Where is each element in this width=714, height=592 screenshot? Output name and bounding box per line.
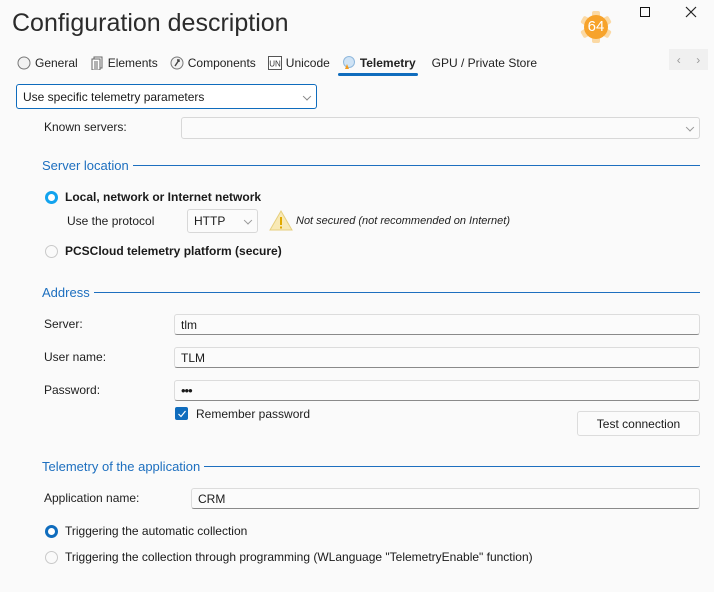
tab-label: General bbox=[35, 56, 78, 70]
general-icon bbox=[17, 56, 31, 70]
tab-prev-button[interactable]: ‹ bbox=[677, 53, 681, 67]
server-location-section: Server location bbox=[42, 158, 700, 173]
known-servers-select[interactable] bbox=[181, 117, 700, 139]
radio-automatic-collection-label[interactable]: Triggering the automatic collection bbox=[65, 524, 247, 538]
test-connection-button[interactable]: Test connection bbox=[577, 411, 700, 436]
tab-components[interactable]: Components bbox=[170, 53, 256, 73]
radio-programmed-collection[interactable] bbox=[45, 551, 58, 564]
application-name-input[interactable]: CRM bbox=[191, 488, 700, 509]
protocol-value: HTTP bbox=[194, 214, 226, 228]
tab-scroll-nav: ‹ › bbox=[669, 49, 708, 70]
warning-icon bbox=[269, 210, 293, 231]
protocol-select[interactable]: HTTP bbox=[187, 209, 258, 233]
close-icon bbox=[685, 6, 697, 18]
address-section: Address bbox=[42, 285, 700, 300]
elements-icon bbox=[90, 56, 104, 70]
badge-label: 64 bbox=[587, 18, 605, 35]
remember-password-label[interactable]: Remember password bbox=[196, 407, 310, 421]
username-value: TLM bbox=[181, 350, 205, 365]
telemetry-mode-value: Use specific telemetry parameters bbox=[23, 89, 205, 104]
section-divider bbox=[93, 292, 700, 293]
components-icon bbox=[170, 56, 184, 70]
radio-programmed-collection-label[interactable]: Triggering the collection through progra… bbox=[65, 550, 533, 564]
maximize-icon bbox=[640, 7, 650, 17]
tab-general[interactable]: General bbox=[17, 53, 78, 73]
svg-text:UN: UN bbox=[269, 60, 281, 69]
unicode-icon: UN bbox=[267, 56, 282, 70]
tab-bar: General Elements Components UN Unicode T… bbox=[17, 52, 549, 76]
warning-text: Not secured (not recommended on Internet… bbox=[296, 215, 511, 227]
close-button[interactable] bbox=[679, 0, 703, 24]
username-label: User name: bbox=[44, 350, 107, 364]
tab-label: Telemetry bbox=[359, 56, 416, 70]
tab-label: Components bbox=[187, 56, 256, 70]
telemetry-app-section: Telemetry of the application bbox=[42, 459, 700, 474]
password-value: ••• bbox=[181, 383, 193, 398]
window-title: Configuration description bbox=[12, 9, 289, 37]
chevron-down-icon bbox=[302, 91, 312, 101]
password-input[interactable]: ••• bbox=[174, 380, 700, 401]
maximize-button[interactable] bbox=[633, 0, 657, 24]
server-value: tlm bbox=[181, 317, 197, 332]
server-label: Server: bbox=[44, 317, 83, 331]
64-bit-badge: 64 bbox=[579, 10, 613, 44]
server-input[interactable]: tlm bbox=[174, 314, 700, 335]
tab-label: Unicode bbox=[285, 56, 330, 70]
telemetry-mode-select[interactable]: Use specific telemetry parameters bbox=[16, 84, 317, 109]
section-title: Telemetry of the application bbox=[42, 459, 201, 474]
tab-telemetry[interactable]: Telemetry bbox=[337, 53, 418, 76]
application-name-label: Application name: bbox=[44, 491, 140, 505]
remember-password-checkbox[interactable] bbox=[175, 407, 188, 420]
section-divider bbox=[132, 165, 700, 166]
protocol-label: Use the protocol bbox=[67, 214, 155, 228]
tab-unicode[interactable]: UN Unicode bbox=[267, 53, 330, 73]
tab-next-button[interactable]: › bbox=[696, 53, 700, 67]
telemetry-icon bbox=[342, 56, 356, 70]
chevron-down-icon bbox=[243, 216, 253, 225]
tab-label: GPU / Private Store bbox=[431, 56, 537, 70]
radio-pcscloud-label[interactable]: PCSCloud telemetry platform (secure) bbox=[65, 244, 282, 258]
radio-local-network-label[interactable]: Local, network or Internet network bbox=[65, 190, 261, 204]
checkmark-icon bbox=[177, 410, 186, 417]
radio-pcscloud[interactable] bbox=[45, 245, 58, 258]
application-name-value: CRM bbox=[198, 491, 226, 506]
password-label: Password: bbox=[44, 383, 101, 397]
radio-automatic-collection[interactable] bbox=[45, 525, 58, 538]
chevron-down-icon bbox=[685, 123, 695, 132]
section-title: Address bbox=[42, 285, 90, 300]
section-title: Server location bbox=[42, 158, 129, 173]
username-input[interactable]: TLM bbox=[174, 347, 700, 368]
tab-elements[interactable]: Elements bbox=[90, 53, 158, 73]
known-servers-label: Known servers: bbox=[44, 120, 127, 134]
section-divider bbox=[204, 466, 700, 467]
tab-gpu-private-store[interactable]: GPU / Private Store bbox=[432, 53, 537, 73]
tab-label: Elements bbox=[107, 56, 158, 70]
radio-local-network[interactable] bbox=[45, 191, 58, 204]
